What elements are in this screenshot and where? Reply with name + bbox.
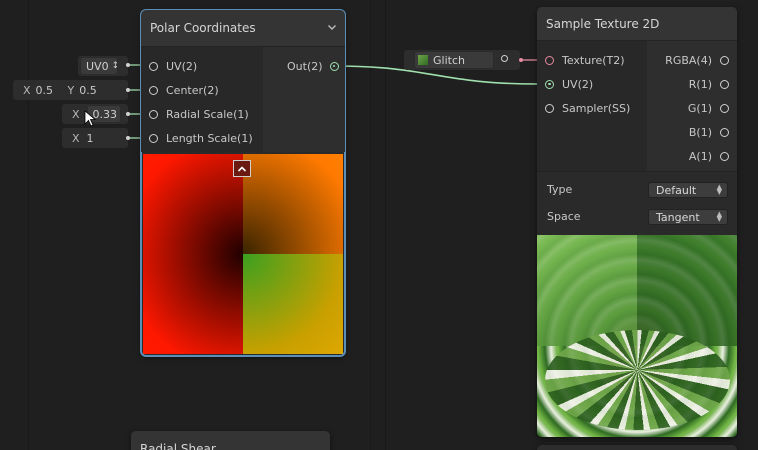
uv-input-port-dot [126,63,130,67]
partial-node[interactable] [537,445,737,450]
sample-output-port-b[interactable]: B(1) [689,121,729,143]
port-dot-icon [720,103,729,113]
center-y-field[interactable]: 0.5 [79,84,105,97]
port-dot-icon [720,127,729,137]
type-dropdown-value: Default [656,183,697,197]
sample-texture-preview [537,235,737,437]
preview-quadrant [143,154,243,254]
polar-preview-image [143,154,343,354]
length-scale-field[interactable]: 1 [87,132,121,145]
chevron-up-icon [237,165,247,172]
center-x-field[interactable]: 0.5 [36,84,62,97]
port-label: UV(2) [562,77,594,91]
preview-region [637,235,737,347]
polar-input-port-center[interactable]: Center(2) [149,79,219,101]
port-dot-icon [545,55,554,65]
length-input-port-dot [126,136,130,140]
radial-shear-title: Radial Shear [140,442,216,450]
port-label: B(1) [688,125,712,139]
polar-node-ports: UV(2) Center(2) Radial Scale(1) Length S… [141,47,345,152]
port-label: G(1) [687,101,712,115]
center-input-port-dot [126,88,130,92]
preview-region [537,235,637,347]
port-dot-icon [545,79,554,89]
sample-node-title: Sample Texture 2D [546,16,660,31]
port-label: Center(2) [166,83,219,97]
dropdown-arrow-icon: ↕ [111,61,120,71]
space-dropdown-value: Tangent [656,210,700,224]
radial-x-label: X [72,107,80,121]
space-dropdown[interactable]: Tangent ▲ ▼ [648,209,728,225]
port-dot-icon [720,79,729,89]
port-label: RGBA(4) [665,53,712,67]
length-x-label: X [72,131,80,145]
preview-region [545,330,730,430]
uv-channel-dropdown[interactable]: UV0 ↕ [80,57,120,75]
collapse-preview-button[interactable] [233,160,251,177]
port-dot-icon [149,133,158,143]
chevron-down-icon[interactable] [327,22,337,32]
uv-input-box: UV0 ↕ [78,56,128,76]
space-label: Space [547,210,581,223]
preview-quadrant [243,154,343,254]
polar-input-port-uv[interactable]: UV(2) [149,55,197,77]
center-x-label: X [23,83,31,97]
port-label: R(1) [688,77,712,91]
radial-scale-value: 0.33 [92,107,118,121]
uv-channel-value: UV0 [86,59,109,73]
length-input-box: X 1 [62,128,128,148]
port-label: Texture(T2) [562,53,625,67]
texture-input-port-dot [519,58,523,62]
texture-asset-field[interactable]: Glitch [414,51,494,69]
port-dot-icon [149,61,158,71]
sample-output-port-rgba[interactable]: RGBA(4) [665,49,729,71]
radial-shear-header[interactable]: Radial Shear [131,431,330,450]
dropdown-arrow-icon: ▲ ▼ [716,210,722,223]
dropdown-arrow-icon: ▲ ▼ [716,183,722,196]
center-input-box: X 0.5 Y 0.5 [13,80,128,100]
port-dot-icon [149,109,158,119]
polar-output-port[interactable]: Out(2) [287,55,339,77]
sample-texture-2d-node[interactable]: Sample Texture 2D Texture(T2) UV(2) Samp… [537,7,737,437]
polar-input-port-radial-scale[interactable]: Radial Scale(1) [149,103,249,125]
radial-input-port-dot [126,112,130,116]
sample-output-port-a[interactable]: A(1) [689,145,729,167]
port-label: A(1) [688,149,712,163]
sample-input-port-sampler[interactable]: Sampler(SS) [545,97,630,119]
preview-quadrant [243,254,343,354]
port-label: Out(2) [287,59,323,73]
cursor-icon [84,110,96,127]
sample-input-port-texture[interactable]: Texture(T2) [545,49,625,71]
polar-coordinates-node[interactable]: Polar Coordinates UV(2) Center(2) Radial… [140,9,346,357]
preview-quadrant [143,254,243,354]
sample-node-header[interactable]: Sample Texture 2D [537,7,737,41]
port-dot-icon [329,61,339,71]
port-dot-icon [149,85,158,95]
port-label: UV(2) [166,59,198,73]
type-label: Type [547,183,573,196]
port-label: Radial Scale(1) [166,107,249,121]
texture-input-box: Glitch [404,50,520,70]
radial-shear-node[interactable]: Radial Shear [131,431,330,450]
graph-canvas[interactable]: UV0 ↕ X 0.5 Y 0.5 X 0.33 X 1 Polar Coord… [0,0,758,450]
polar-node-title: Polar Coordinates [150,21,256,35]
sample-output-port-r[interactable]: R(1) [689,73,729,95]
sample-output-port-g[interactable]: G(1) [688,97,729,119]
object-picker-icon[interactable] [501,55,508,62]
texture-thumb-icon [418,55,428,65]
port-label: Sampler(SS) [562,101,631,115]
sample-node-ports: Texture(T2) UV(2) Sampler(SS) RGBA(4) R(… [537,41,737,171]
polar-node-header[interactable]: Polar Coordinates [141,10,345,47]
center-y-label: Y [67,83,75,97]
type-dropdown[interactable]: Default ▲ ▼ [648,182,728,198]
texture-asset-name: Glitch [433,53,465,67]
polar-input-port-length-scale[interactable]: Length Scale(1) [149,127,253,149]
port-dot-icon [545,103,554,113]
sample-node-settings: Type Default ▲ ▼ Space Tangent ▲ ▼ [537,171,737,234]
port-dot-icon [720,55,729,65]
sample-input-port-uv[interactable]: UV(2) [545,73,593,95]
port-dot-icon [720,151,729,161]
port-label: Length Scale(1) [166,131,253,145]
